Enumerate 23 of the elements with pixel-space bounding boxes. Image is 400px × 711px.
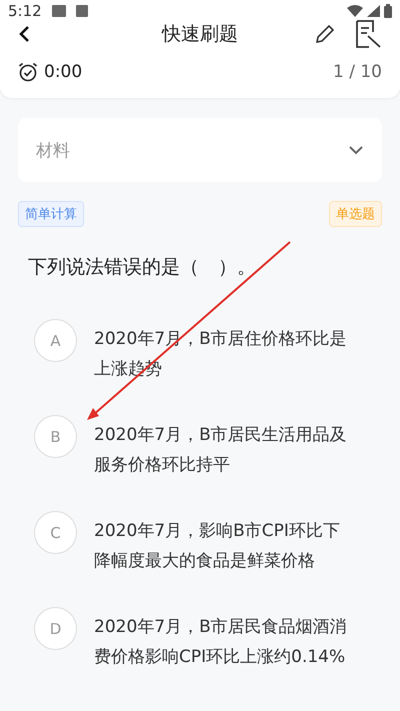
battery-icon [384,4,392,18]
option-text[interactable]: 2020年7月，影响B市CPI环比下降幅度最大的食品是鲜菜价格 [94,516,356,576]
option-text[interactable]: 2020年7月，B市居民食品烟酒消费价格影响CPI环比上涨约0.14% [94,612,356,672]
option-text[interactable]: 2020年7月，B市居民生活用品及服务价格环比持平 [94,420,356,480]
question-counter: 1 / 10 [333,62,382,82]
category-tag: 简单计算 [18,201,84,227]
status-time: 5:12 [8,2,42,20]
chevron-icon [348,145,364,155]
option-letter-button[interactable]: C [34,511,77,554]
timer: 0:00 [44,62,82,82]
pencil-icon[interactable] [314,23,336,45]
option-letter-button[interactable]: B [34,415,77,458]
signal-icon [367,5,380,17]
question-text: 下列说法错误的是（ ）。 [27,255,257,280]
material-dropdown[interactable]: 材料 [18,118,382,182]
option-letter-button[interactable]: D [34,607,77,650]
question-type-tag: 单选题 [329,201,382,227]
page-title: 快速刷题 [162,22,238,47]
answer-sheet-icon[interactable] [354,19,382,49]
option-letter-button[interactable]: A [34,319,77,362]
wifi-icon [347,5,363,17]
alarm-clock-icon [18,62,38,82]
back-button[interactable] [18,25,30,43]
